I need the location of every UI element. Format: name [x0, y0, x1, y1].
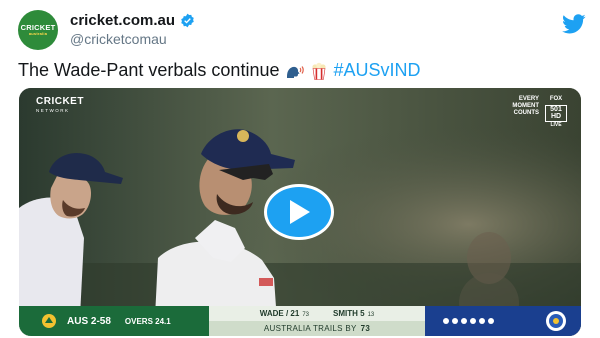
broadcaster-watermark: EVERY MOMENT COUNTS FOX 501 HD LIVE — [512, 96, 567, 128]
play-icon — [290, 200, 310, 224]
batsman-wade: WADE / 21 73 — [259, 309, 309, 318]
india-bcci-logo-icon — [546, 311, 566, 331]
avatar-logo: CRICKET australia — [21, 24, 56, 37]
ball-dot — [452, 318, 458, 324]
trails-by-value: 73 — [360, 324, 371, 333]
ball-dot — [443, 318, 449, 324]
ball-dots — [443, 318, 494, 324]
batsman-smith: SMITH 5 13 — [333, 309, 374, 318]
popcorn-emoji-icon — [312, 62, 327, 80]
batsman1-balls: 73 — [302, 312, 309, 318]
speaking-head-emoji-icon — [287, 65, 305, 78]
ball-dot — [488, 318, 494, 324]
batsman2-runs: 5 — [360, 309, 365, 318]
overs: OVERS 24.1 — [124, 316, 171, 326]
batsman1-runs: 21 — [290, 309, 300, 318]
fox-logo-text: FOX — [549, 96, 563, 102]
team-score: AUS 2-58 — [67, 315, 111, 327]
emc-line-2: MOMENT — [512, 102, 539, 109]
watermark-left-sub: NETWORK — [36, 108, 70, 113]
tweet-text: The Wade-Pant verbals continue #AUSvIND — [18, 60, 421, 81]
tweet-text-body: The Wade-Pant verbals continue — [18, 60, 280, 80]
fox-cricket-logo: FOX 501 HD LIVE — [545, 96, 567, 128]
video-player[interactable]: CRICKET NETWORK EVERY MOMENT COUNTS FOX … — [19, 88, 581, 336]
batsmen-row: WADE / 21 73 SMITH 5 13 — [209, 306, 425, 321]
cricket-network-watermark: CRICKET NETWORK — [36, 97, 84, 114]
avatar[interactable]: CRICKET australia — [18, 10, 58, 50]
batsman1-name: WADE — [259, 309, 284, 318]
author-block: cricket.com.au @cricketcomau — [70, 12, 195, 47]
emc-line-3: COUNTS — [513, 109, 539, 116]
scorebar-team-panel: AUS 2-58 OVERS 24.1 — [19, 306, 209, 336]
batsman2-name: SMITH — [333, 309, 358, 318]
ball-dot — [479, 318, 485, 324]
avatar-logo-sub: australia — [28, 31, 48, 37]
tweet-header: CRICKET australia cricket.com.au @cricke… — [18, 10, 588, 50]
trails-row: AUSTRALIA TRAILS BY 73 — [209, 321, 425, 336]
play-button[interactable] — [264, 184, 334, 240]
trails-text: AUSTRALIA TRAILS BY — [263, 324, 357, 333]
handle[interactable]: @cricketcomau — [70, 31, 195, 47]
emc-line-1: EVERY — [518, 96, 539, 102]
ball-dot — [461, 318, 467, 324]
author-row: cricket.com.au — [70, 12, 195, 29]
scorebar-batsmen-panel: WADE / 21 73 SMITH 5 13 AUSTRALIA TRAILS B… — [209, 306, 425, 336]
every-moment-counts-text: EVERY MOMENT COUNTS — [512, 96, 539, 117]
twitter-bird-icon[interactable] — [562, 12, 586, 36]
batsman2-balls: 13 — [367, 312, 375, 318]
scorebar-bowling-panel — [425, 306, 581, 336]
channel-number: 501 HD — [545, 104, 567, 122]
cricket-australia-logo-icon — [42, 314, 56, 328]
ball-dot — [470, 318, 476, 324]
verified-badge-icon — [181, 13, 194, 28]
scorebar: AUS 2-58 OVERS 24.1 WADE / 21 73 SMITH 51… — [19, 306, 581, 336]
hashtag-link[interactable]: #AUSvIND — [333, 60, 420, 81]
display-name[interactable]: cricket.com.au — [70, 12, 175, 29]
live-label: LIVE — [550, 121, 562, 128]
watermark-left-text: CRICKET — [36, 96, 84, 107]
